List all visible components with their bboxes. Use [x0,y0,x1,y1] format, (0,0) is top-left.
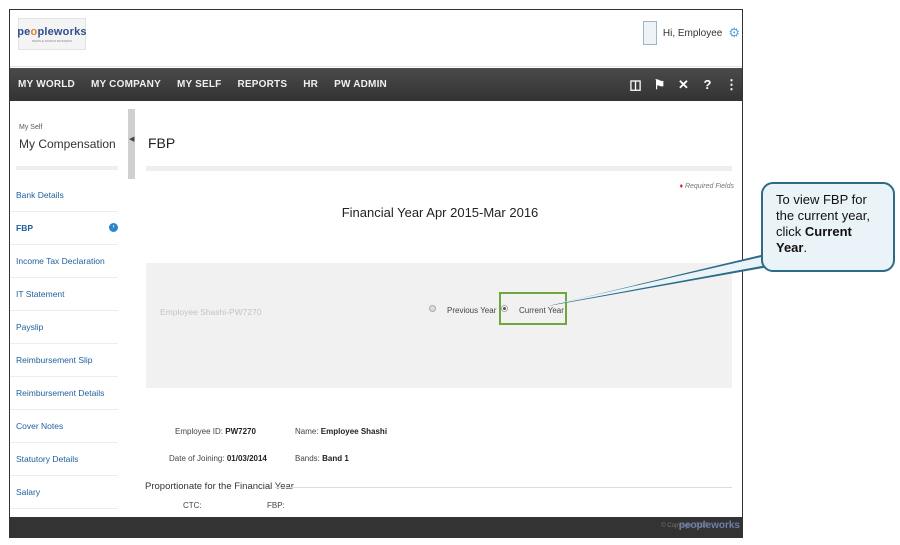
callout-pointer [548,250,786,306]
callout-tooltip: To view FBP for the current year, click … [761,182,895,272]
